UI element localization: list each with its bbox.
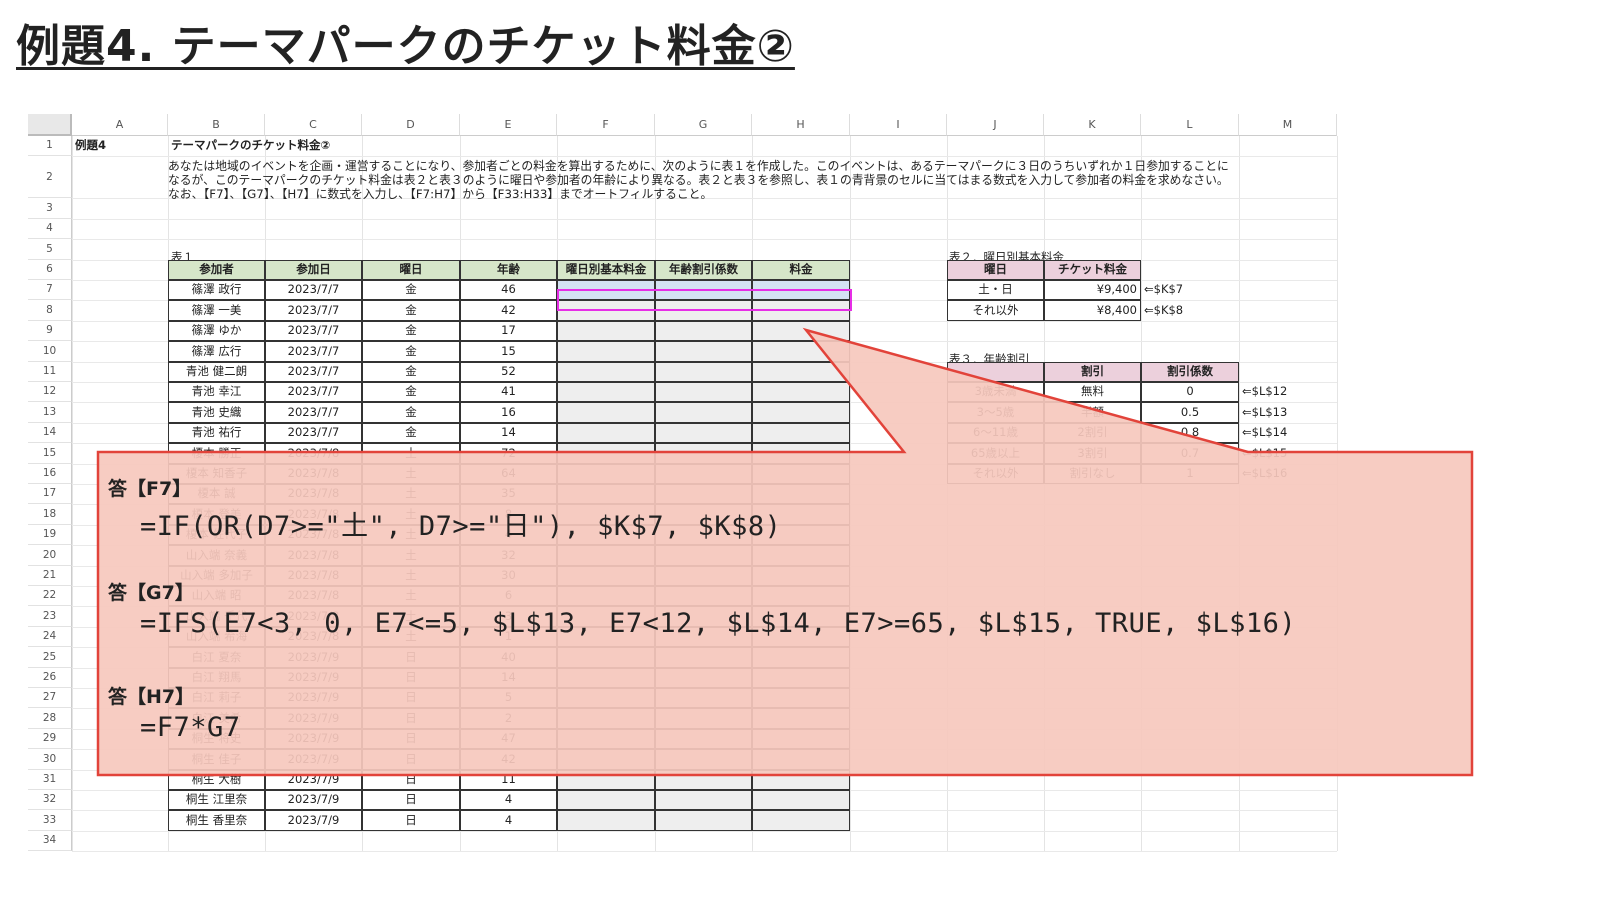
answer-formula-3: =F7*G7	[140, 712, 241, 743]
answer-formula-1: =IF(OR(D7>="土", D7>="日"), $K$7, $K$8)	[140, 511, 782, 542]
answer-label-2: 答【G7】	[108, 582, 194, 604]
answer-label-3: 答【H7】	[108, 686, 195, 708]
answer-label-1: 答【F7】	[108, 478, 192, 500]
answer-callout	[96, 327, 1474, 777]
answer-formula-2: =IFS(E7<3, 0, E7<=5, $L$13, E7<12, $L$14…	[140, 608, 1297, 639]
